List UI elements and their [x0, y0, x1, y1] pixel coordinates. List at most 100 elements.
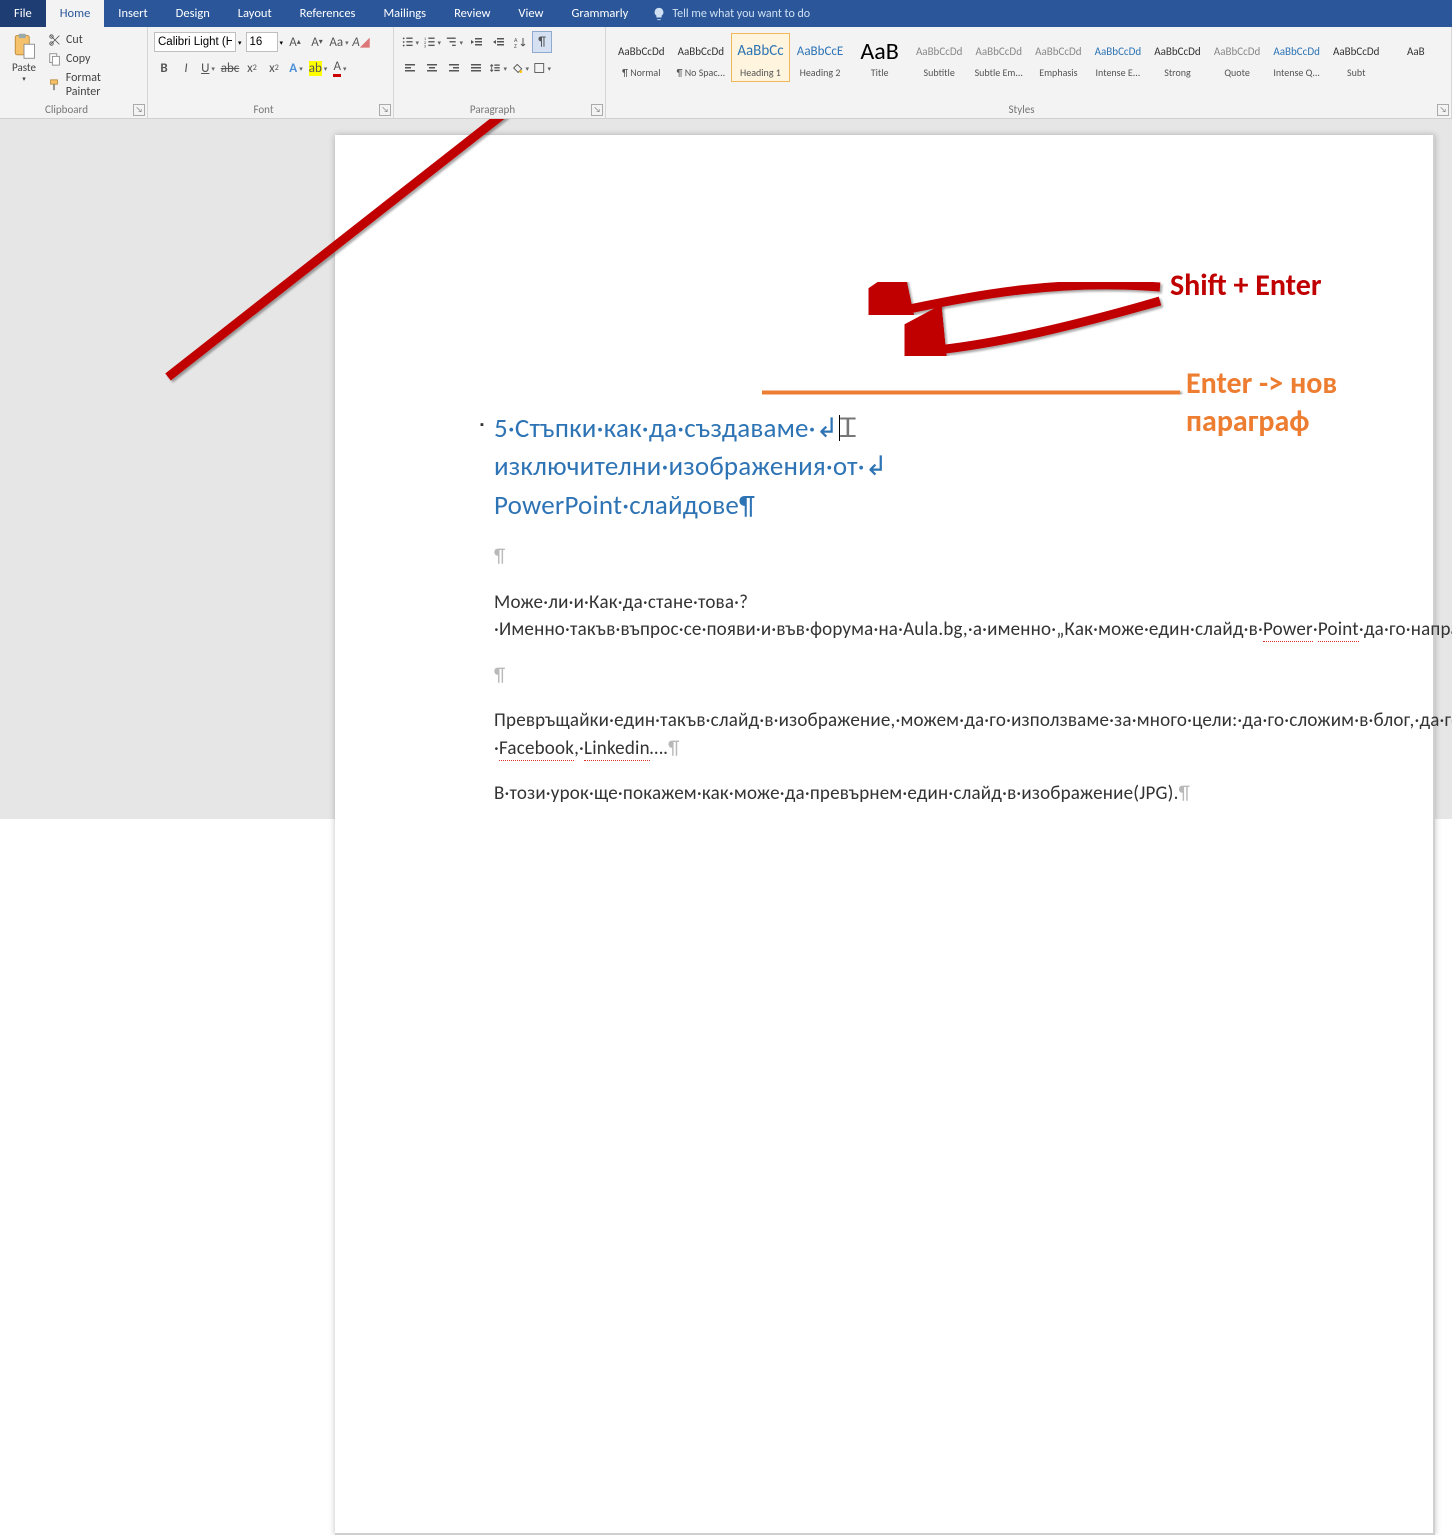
format-painter-button[interactable]: Format Painter	[44, 69, 141, 101]
tab-references[interactable]: References	[286, 0, 370, 27]
align-left-icon	[403, 61, 417, 75]
clipboard-launch[interactable]: ↘	[133, 104, 145, 116]
tab-file[interactable]: File	[0, 0, 46, 27]
tab-design[interactable]: Design	[162, 0, 224, 27]
tab-grammarly[interactable]: Grammarly	[557, 0, 642, 27]
style-name: Title	[853, 66, 906, 79]
subscript-button[interactable]: x2	[242, 57, 262, 79]
cut-button[interactable]: Cut	[44, 31, 141, 49]
pilcrow-mark: ¶	[739, 489, 755, 522]
paragraph-3[interactable]: В·този·урок·ще·покажем·как·може·да·превъ…	[494, 780, 1314, 808]
style-sample: AaBbCcDd	[913, 36, 966, 66]
document-body[interactable]: ▪ 5·Стъпки·как·да·създаваме·↲Ꮖ изключите…	[494, 409, 1314, 808]
style-emphasis[interactable]: AaBbCcDdEmphasis	[1029, 33, 1088, 82]
justify-icon	[469, 61, 483, 75]
style-name: ¶ No Spac...	[675, 66, 728, 79]
font-name-input[interactable]	[154, 32, 236, 52]
document-workspace[interactable]: ▪ 5·Стъпки·как·да·създаваме·↲Ꮖ изключите…	[0, 119, 1452, 819]
style-subtle-em-[interactable]: AaBbCcDdSubtle Em...	[969, 33, 1028, 82]
bullets-button[interactable]	[400, 31, 420, 53]
paragraph-2[interactable]: Превръщайки·един·такъв·слайд·в·изображен…	[494, 707, 1314, 762]
tab-insert[interactable]: Insert	[104, 0, 161, 27]
page	[335, 135, 1435, 1535]
align-left-button[interactable]	[400, 57, 420, 79]
paste-button[interactable]: Paste ▾	[6, 31, 42, 101]
decrease-indent-button[interactable]	[466, 31, 486, 53]
style-title[interactable]: AaBTitle	[850, 33, 909, 82]
clear-formatting-button[interactable]: A◢	[351, 31, 371, 53]
line-spacing-button[interactable]	[488, 57, 508, 79]
shading-button[interactable]	[510, 57, 530, 79]
brush-icon	[48, 78, 62, 92]
group-styles: AaBbCcDd¶ NormalAaBbCcDd¶ No Spac...AaBb…	[606, 27, 1452, 118]
justify-button[interactable]	[466, 57, 486, 79]
align-center-button[interactable]	[422, 57, 442, 79]
style-subt[interactable]: AaBbCcDdSubt	[1327, 33, 1386, 82]
tab-mailings[interactable]: Mailings	[369, 0, 440, 27]
paragraph-launch[interactable]: ↘	[591, 104, 603, 116]
multilevel-button[interactable]	[444, 31, 464, 53]
bold-button[interactable]: B	[154, 57, 174, 79]
style-sample: AaBbCcDd	[675, 36, 728, 66]
annot-shift-enter: Shift + Enter	[1170, 267, 1321, 304]
style-name: Heading 2	[794, 66, 847, 79]
numbering-button[interactable]: 123	[422, 31, 442, 53]
style-intense-e-[interactable]: AaBbCcDdIntense E...	[1089, 33, 1148, 82]
highlight-button[interactable]: ab	[308, 57, 328, 79]
underline-button[interactable]: U	[198, 57, 218, 79]
style-sample: AaBbCcDd	[972, 36, 1025, 66]
bucket-icon	[511, 61, 523, 75]
style-strong[interactable]: AaBbCcDdStrong	[1148, 33, 1207, 82]
tell-me[interactable]: Tell me what you want to do	[642, 0, 820, 27]
align-right-icon	[447, 61, 461, 75]
borders-button[interactable]	[532, 57, 552, 79]
pilcrow-icon: ¶	[538, 35, 546, 50]
style-quote[interactable]: AaBbCcDdQuote	[1208, 33, 1267, 82]
tab-view[interactable]: View	[504, 0, 557, 27]
styles-gallery[interactable]: AaBbCcDd¶ NormalAaBbCcDd¶ No Spac...AaBb…	[612, 31, 1445, 82]
style-name: Emphasis	[1032, 66, 1085, 79]
superscript-button[interactable]: x2	[264, 57, 284, 79]
dec-indent-icon	[469, 35, 483, 49]
font-color-button[interactable]: A	[330, 57, 350, 79]
p2-comma: ,·	[574, 737, 584, 760]
italic-button[interactable]: I	[176, 57, 196, 79]
style--no-spac-[interactable]: AaBbCcDd¶ No Spac...	[672, 33, 731, 82]
strike-button[interactable]: abc	[220, 57, 240, 79]
numbering-icon: 123	[423, 35, 435, 49]
style-heading-2[interactable]: AaBbCcEHeading 2	[791, 33, 850, 82]
font-size-input[interactable]	[246, 32, 278, 52]
show-hide-button[interactable]: ¶	[532, 31, 552, 53]
style-sample: AaBbCcE	[794, 36, 847, 66]
copy-button[interactable]: Copy	[44, 50, 141, 68]
empty-paragraph-2[interactable]: ¶	[494, 662, 1314, 690]
tab-layout[interactable]: Layout	[224, 0, 286, 27]
style-intense-q-[interactable]: AaBbCcDdIntense Q...	[1267, 33, 1326, 82]
style-heading-1[interactable]: AaBbCcHeading 1	[731, 33, 790, 82]
empty-paragraph-1[interactable]: ¶	[494, 543, 1314, 571]
shrink-font-button[interactable]: A▾	[307, 31, 327, 53]
multilevel-icon	[445, 35, 457, 49]
style-sample: AaB	[1390, 36, 1443, 66]
spacing-icon	[489, 61, 501, 75]
style--normal[interactable]: AaBbCcDd¶ Normal	[612, 33, 671, 82]
tab-home[interactable]: Home	[46, 0, 105, 27]
sort-button[interactable]: AZ	[510, 31, 530, 53]
group-paragraph: 123 AZ ¶ Paragraph ↘	[394, 27, 606, 118]
scissors-icon	[48, 33, 62, 47]
font-launch[interactable]: ↘	[379, 104, 391, 116]
paste-label: Paste	[12, 61, 36, 74]
p3-text: В·този·урок·ще·покажем·как·може·да·превъ…	[494, 782, 1179, 805]
paragraph-1[interactable]: Може·ли·и·Как·да·стане·това·?·Именно·так…	[494, 589, 1314, 644]
style-sample: AaB	[853, 36, 906, 66]
style-subtitle[interactable]: AaBbCcDdSubtitle	[910, 33, 969, 82]
styles-launch[interactable]: ↘	[1437, 104, 1449, 116]
align-right-button[interactable]	[444, 57, 464, 79]
grow-font-button[interactable]: A▴	[285, 31, 305, 53]
tab-review[interactable]: Review	[440, 0, 504, 27]
p2-link-1: Facebook	[499, 737, 574, 761]
change-case-button[interactable]: Aa	[329, 31, 349, 53]
increase-indent-button[interactable]	[488, 31, 508, 53]
text-effects-button[interactable]: A	[286, 57, 306, 79]
style-item[interactable]: AaB	[1387, 33, 1446, 82]
